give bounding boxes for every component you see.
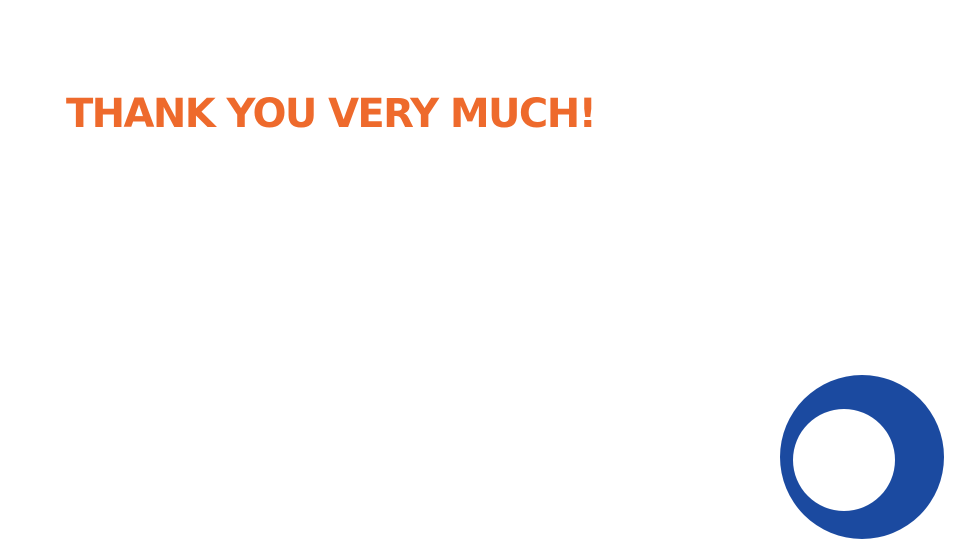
slide-title: THANK YOU VERY MUCH! — [66, 91, 597, 137]
crescent-ring-icon — [780, 375, 944, 539]
decorative-ring — [776, 372, 948, 540]
slide: THANK YOU VERY MUCH! — [0, 0, 960, 540]
